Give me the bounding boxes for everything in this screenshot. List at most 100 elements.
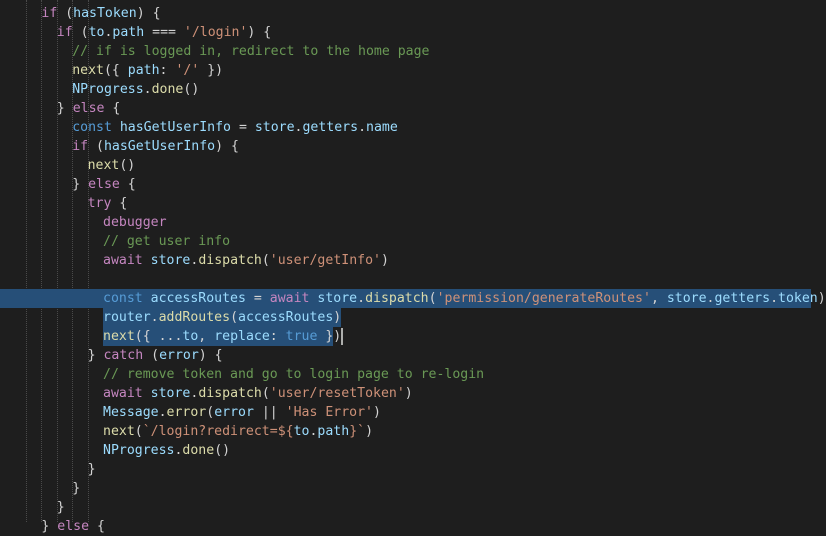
code-line[interactable]: try { xyxy=(88,194,128,213)
code-line[interactable]: debugger xyxy=(103,213,167,232)
code-token: ) xyxy=(365,424,374,439)
indent-guide xyxy=(56,0,58,522)
code-token: replace xyxy=(214,329,270,344)
code-token: next xyxy=(72,63,104,78)
code-token: . xyxy=(357,291,366,306)
code-token: debugger xyxy=(103,215,167,230)
code-token: ) { xyxy=(247,25,272,40)
code-token: next xyxy=(103,329,135,344)
code-token: // get user info xyxy=(103,234,231,249)
code-token: . xyxy=(158,405,167,420)
code-line[interactable]: next() xyxy=(88,156,136,175)
code-token: if xyxy=(41,6,58,21)
code-line[interactable]: } catch (error) { xyxy=(88,346,223,365)
code-line[interactable]: next({ path: '/' }) xyxy=(72,61,223,80)
code-token: path xyxy=(127,63,160,78)
code-token: path xyxy=(112,25,145,40)
code-token: } xyxy=(87,462,96,477)
code-token: // remove token and go to login page to … xyxy=(103,367,485,382)
code-token: ( xyxy=(57,6,74,21)
code-token: await xyxy=(269,291,310,306)
code-token: done xyxy=(151,82,184,97)
code-line[interactable]: } else { xyxy=(72,175,136,194)
code-line[interactable]: const accessRoutes = await store.dispatc… xyxy=(103,289,826,308)
code-editor[interactable]: if (hasToken) {if (to.path === '/login')… xyxy=(0,0,826,534)
code-token: dispatch xyxy=(365,291,429,306)
indent-guide xyxy=(41,0,43,522)
code-token: === xyxy=(144,25,184,40)
code-token: }` xyxy=(349,424,366,439)
code-line[interactable]: } xyxy=(57,498,65,517)
code-line[interactable]: await store.dispatch('user/getInfo') xyxy=(103,251,389,270)
code-line[interactable]: if (hasToken) { xyxy=(41,4,160,23)
code-token: ( xyxy=(428,291,437,306)
code-token: dispatch xyxy=(198,386,262,401)
code-line[interactable]: } xyxy=(72,479,80,498)
code-token: const xyxy=(103,291,143,306)
code-token: const xyxy=(72,120,112,135)
code-line[interactable]: const hasGetUserInfo = store.getters.nam… xyxy=(72,118,398,137)
code-token: hasGetUserInfo xyxy=(119,120,231,135)
code-token: , xyxy=(198,329,215,344)
code-token: 'permission/generateRoutes' xyxy=(436,291,651,306)
code-token: store xyxy=(150,253,191,268)
code-line[interactable]: } else { xyxy=(57,99,121,118)
code-token: ( xyxy=(261,253,270,268)
code-token: . xyxy=(770,291,779,306)
code-token: store xyxy=(317,291,358,306)
code-token: else xyxy=(72,101,105,116)
code-token: error xyxy=(159,348,199,363)
code-token: ( xyxy=(88,139,104,154)
code-line[interactable]: // if is logged in, redirect to the home… xyxy=(72,42,429,61)
indent-guide xyxy=(26,0,27,522)
code-line[interactable]: // get user info xyxy=(103,232,230,251)
code-token: : xyxy=(159,63,176,78)
code-token: await xyxy=(103,386,143,401)
code-token: router xyxy=(103,310,151,325)
code-token: || xyxy=(253,405,286,420)
code-line[interactable]: NProgress.done() xyxy=(72,80,199,99)
code-token: 'user/getInfo' xyxy=(269,253,381,268)
code-line[interactable]: router.addRoutes(accessRoutes) xyxy=(103,308,341,327)
code-token: NProgress xyxy=(103,443,175,458)
code-token: ) { xyxy=(198,348,223,363)
code-token: next xyxy=(87,158,120,173)
code-token: () xyxy=(214,443,231,458)
code-line[interactable]: next(`/login?redirect=${to.path}`) xyxy=(103,422,373,441)
code-token: ( xyxy=(134,424,143,439)
code-token: ) xyxy=(404,386,413,401)
code-token: hasToken xyxy=(73,6,137,21)
code-token: ( xyxy=(230,310,239,325)
code-token: ( xyxy=(261,386,270,401)
code-line[interactable]: await store.dispatch('user/resetToken') xyxy=(103,384,413,403)
code-token: } xyxy=(72,177,89,192)
code-line[interactable]: Message.error(error || 'Has Error') xyxy=(103,403,381,422)
code-line[interactable]: } xyxy=(88,460,96,479)
code-token: { xyxy=(119,177,136,192)
code-line[interactable]: if (to.path === '/login') { xyxy=(57,23,271,42)
code-token: ({ ... xyxy=(134,329,183,344)
code-token: 'Has Error' xyxy=(285,405,373,420)
code-token: { xyxy=(89,519,105,534)
code-token: Message xyxy=(103,405,159,420)
code-line[interactable]: NProgress.done() xyxy=(103,441,230,460)
code-token: ) xyxy=(333,310,342,325)
code-token: ( xyxy=(143,348,160,363)
text-cursor xyxy=(341,328,343,345)
code-token: '/' xyxy=(175,63,200,78)
code-line[interactable]: // remove token and go to login page to … xyxy=(103,365,484,384)
code-token: }) xyxy=(199,63,224,78)
code-line[interactable]: } else { xyxy=(41,517,105,536)
code-token: catch xyxy=(103,348,144,363)
code-token: . xyxy=(358,120,367,135)
code-token: try xyxy=(87,196,112,211)
code-line[interactable]: next({ ...to, replace: true }) xyxy=(103,327,341,346)
code-token: to xyxy=(182,329,199,344)
code-token: . xyxy=(143,82,152,97)
code-token: token xyxy=(778,291,818,306)
code-line[interactable]: if (hasGetUserInfo) { xyxy=(72,137,239,156)
code-token: 'user/resetToken' xyxy=(269,386,405,401)
